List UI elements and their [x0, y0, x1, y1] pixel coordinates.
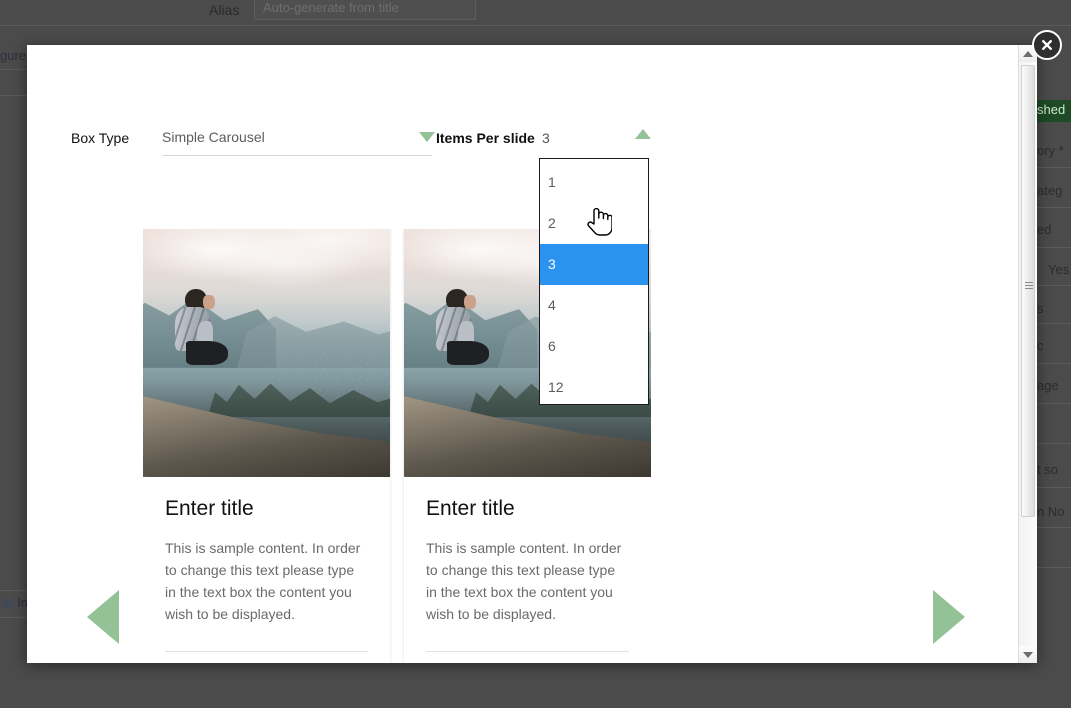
carousel: Enter title This is sample content. In o… — [27, 195, 1018, 663]
dropdown-option[interactable]: 6 — [540, 326, 648, 367]
close-x-glyph — [1042, 40, 1052, 50]
background-right-row: age — [1036, 364, 1071, 404]
background-topbar: Alias Auto-generate from title — [0, 0, 1071, 26]
scroll-down-triangle — [1023, 651, 1033, 658]
card-body: Enter title This is sample content. In o… — [143, 477, 390, 663]
scroll-up-triangle — [1023, 50, 1033, 57]
triangle-down-icon[interactable] — [419, 132, 435, 142]
background-right-row: c — [1036, 324, 1071, 364]
carousel-card[interactable]: Enter title This is sample content. In o… — [143, 229, 390, 663]
background-right-row: t so — [1036, 444, 1071, 488]
dropdown-option[interactable]: 12 — [540, 367, 648, 408]
card-text[interactable]: This is sample content. In order to chan… — [165, 537, 368, 625]
card-text[interactable]: This is sample content. In order to chan… — [426, 537, 629, 625]
alias-input[interactable]: Auto-generate from title — [254, 0, 476, 20]
scrollbar-grip — [1025, 282, 1033, 289]
background-right-row: ed — [1036, 208, 1071, 248]
card-body: Enter title This is sample content. In o… — [404, 477, 651, 663]
box-type-select[interactable]: Simple Carousel — [162, 127, 432, 156]
background-right-row: s — [1036, 286, 1071, 324]
box-type-label: Box Type — [71, 130, 130, 146]
scroll-down-arrow-icon[interactable] — [1019, 646, 1037, 663]
close-circle-icon[interactable] — [1032, 30, 1062, 60]
seated-person — [424, 288, 498, 398]
person-face — [202, 295, 215, 310]
scrollbar-thumb[interactable] — [1021, 65, 1035, 517]
background-right-panel: shed ory * ateg ed Yes s c age t so n No — [1036, 100, 1071, 660]
card-divider — [165, 651, 368, 652]
items-per-slide-value[interactable]: 3 — [542, 130, 550, 146]
dropdown-option[interactable]: 4 — [540, 285, 648, 326]
card-divider — [426, 651, 629, 652]
dropdown-option[interactable]: 2 — [540, 203, 648, 244]
modal-content: Box Type Simple Carousel Items Per slide… — [27, 45, 1018, 663]
dropdown-option[interactable]: 1 — [540, 162, 648, 203]
dropdown-option-selected[interactable]: 3 — [540, 244, 648, 285]
items-per-slide-label: Items Per slide — [436, 130, 535, 146]
carousel-next-button[interactable] — [933, 590, 965, 644]
modal-config-row — [27, 45, 1018, 120]
distant-city — [266, 353, 390, 403]
card-title[interactable]: Enter title — [165, 497, 368, 521]
image-icon: ▣ — [2, 595, 15, 610]
background-right-row: ory * — [1036, 122, 1071, 168]
background-right-row: n No — [1036, 488, 1071, 528]
modal-scrollbar[interactable] — [1018, 45, 1037, 663]
alias-label: Alias — [209, 2, 240, 18]
carousel-prev-button[interactable] — [87, 590, 119, 644]
seated-person — [163, 288, 237, 398]
items-per-slide-dropdown[interactable]: 1 2 3 4 6 12 — [539, 158, 649, 405]
background-right-row: ateg — [1036, 168, 1071, 208]
card-image — [143, 229, 390, 477]
person-face — [463, 295, 476, 310]
card-title[interactable]: Enter title — [426, 497, 629, 521]
background-right-row — [1036, 528, 1071, 568]
triangle-up-icon[interactable] — [635, 129, 651, 139]
carousel-config-modal: Box Type Simple Carousel Items Per slide… — [27, 45, 1037, 663]
background-right-row: Yes — [1036, 248, 1071, 286]
person-legs — [447, 340, 489, 365]
background-right-row — [1036, 404, 1071, 444]
background-right-row: shed — [1036, 100, 1071, 122]
screen: Alias Auto-generate from title gure ▣Ima… — [0, 0, 1071, 708]
person-legs — [186, 340, 228, 365]
